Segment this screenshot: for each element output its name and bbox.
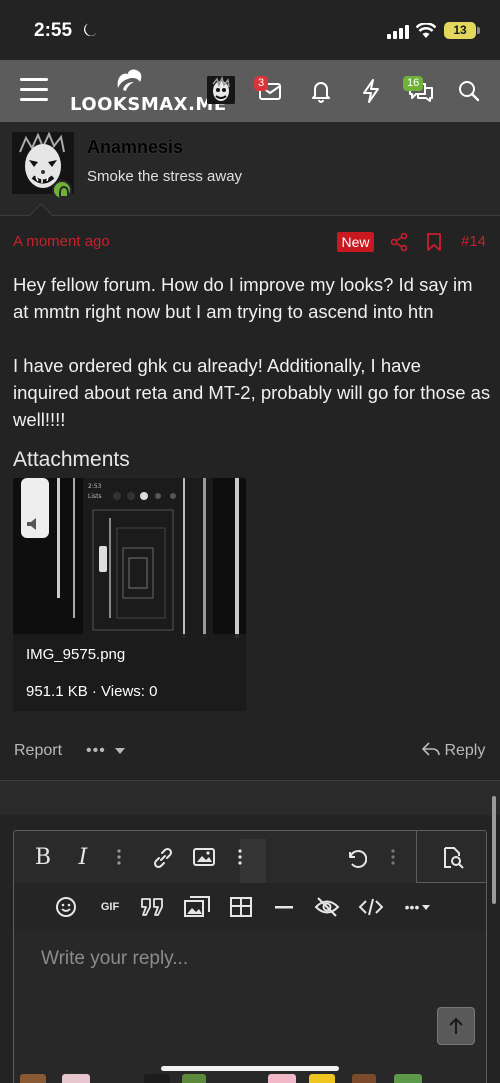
emoji-peek — [62, 1074, 90, 1083]
status-bar: 2:55 13 — [0, 0, 500, 60]
share-icon[interactable] — [389, 232, 409, 252]
preview-icon — [444, 847, 464, 869]
bell-icon[interactable] — [310, 79, 332, 103]
more-vertical-icon[interactable] — [390, 848, 396, 866]
author-username[interactable]: Anamnesis — [87, 137, 183, 158]
attachment-info: IMG_9575.png 951.1 KB · Views: 0 — [13, 634, 246, 711]
post-header — [0, 122, 500, 216]
emoji-peek — [182, 1074, 206, 1083]
signal-icon — [387, 25, 409, 39]
emoji-peek — [20, 1074, 46, 1083]
emoji-peek — [144, 1074, 170, 1083]
more-vertical-icon[interactable] — [116, 848, 122, 866]
hidden-eye-icon[interactable] — [314, 896, 340, 918]
lightning-icon[interactable] — [361, 78, 381, 104]
attachment-meta: 951.1 KB · Views: 0 — [26, 683, 158, 700]
more-options-dropdown[interactable]: ••• — [400, 896, 436, 918]
home-indicator — [161, 1066, 339, 1071]
gallery-icon[interactable] — [184, 896, 210, 918]
reply-placeholder: Write your reply... — [41, 948, 189, 969]
scroll-top-button[interactable] — [437, 1007, 475, 1045]
more-dots-label: ••• — [86, 742, 106, 759]
more-dots-label: ••• — [404, 899, 420, 915]
bold-button[interactable]: B — [32, 845, 54, 870]
new-badge: New — [337, 232, 374, 252]
gif-button[interactable]: GIF — [98, 898, 122, 916]
more-actions-menu[interactable]: ••• — [86, 742, 126, 760]
image-icon[interactable] — [193, 848, 215, 866]
separator-band — [0, 781, 500, 815]
chevron-down-icon — [422, 904, 431, 910]
moon-icon — [84, 23, 97, 37]
reply-arrow-icon — [421, 742, 440, 756]
online-status-icon — [52, 180, 72, 200]
menu-icon[interactable] — [20, 78, 48, 102]
wifi-icon — [416, 23, 436, 38]
svg-text:2:53: 2:53 — [88, 483, 102, 490]
emoji-peek — [268, 1074, 296, 1083]
report-link[interactable]: Report — [14, 742, 62, 760]
post-body: Hey fellow forum. How do I improve my lo… — [13, 271, 491, 460]
horizontal-rule-icon[interactable] — [275, 906, 293, 909]
reply-link[interactable]: Reply — [421, 742, 486, 760]
smiley-icon[interactable] — [55, 896, 77, 918]
user-avatar[interactable] — [207, 76, 235, 104]
chevron-down-icon — [115, 748, 126, 754]
editor-toolbar-primary: B I — [14, 831, 486, 883]
active-toolbar-highlight — [240, 839, 266, 883]
table-icon[interactable] — [230, 897, 252, 917]
reply-editor: B I GIF ••• Write your reply... — [13, 830, 487, 1083]
link-icon[interactable] — [151, 847, 175, 869]
post-paragraph: Hey fellow forum. How do I improve my lo… — [13, 274, 473, 322]
undo-icon[interactable] — [345, 847, 367, 869]
more-vertical-icon[interactable] — [237, 848, 243, 866]
author-title: Smoke the stress away — [87, 168, 243, 185]
attachment-thumbnail[interactable]: 2:53 Lists IMG_9575.png 951.1 KB · Views… — [13, 478, 246, 711]
attachment-filename: IMG_9575.png — [26, 646, 126, 663]
status-time: 2:55 — [34, 20, 73, 41]
code-icon[interactable] — [359, 897, 383, 917]
editor-toolbar-secondary: GIF ••• — [14, 883, 486, 931]
bookmark-icon[interactable] — [426, 232, 442, 252]
preview-toggle[interactable] — [416, 831, 486, 883]
inbox-badge: 3 — [254, 76, 269, 91]
italic-button[interactable]: I — [74, 845, 92, 870]
emoji-peek — [309, 1074, 335, 1083]
site-logo[interactable]: LOOKSMAX.ME — [70, 68, 226, 116]
post-number[interactable]: #14 — [461, 233, 486, 250]
logo-text: LOOKSMAX.ME — [70, 94, 227, 115]
emoji-peek — [394, 1074, 422, 1083]
battery-indicator: 13 — [444, 22, 476, 39]
arrow-up-icon — [449, 1017, 463, 1034]
post-time[interactable]: A moment ago — [13, 233, 110, 250]
post-paragraph: I have ordered ghk cu already! Additiona… — [13, 355, 491, 430]
emoji-peek — [352, 1074, 376, 1083]
attachments-heading: Attachments — [13, 448, 130, 471]
search-icon[interactable] — [457, 79, 481, 103]
battery-tip — [477, 27, 480, 34]
svg-text:Lists: Lists — [88, 493, 102, 500]
reply-label: Reply — [444, 742, 486, 759]
logo-hair-icon — [117, 69, 142, 91]
top-navbar: LOOKSMAX.ME 3 16 — [0, 60, 500, 122]
conversations-badge: 16 — [403, 76, 424, 91]
quote-icon[interactable] — [140, 897, 166, 917]
scrollbar[interactable] — [492, 796, 496, 904]
